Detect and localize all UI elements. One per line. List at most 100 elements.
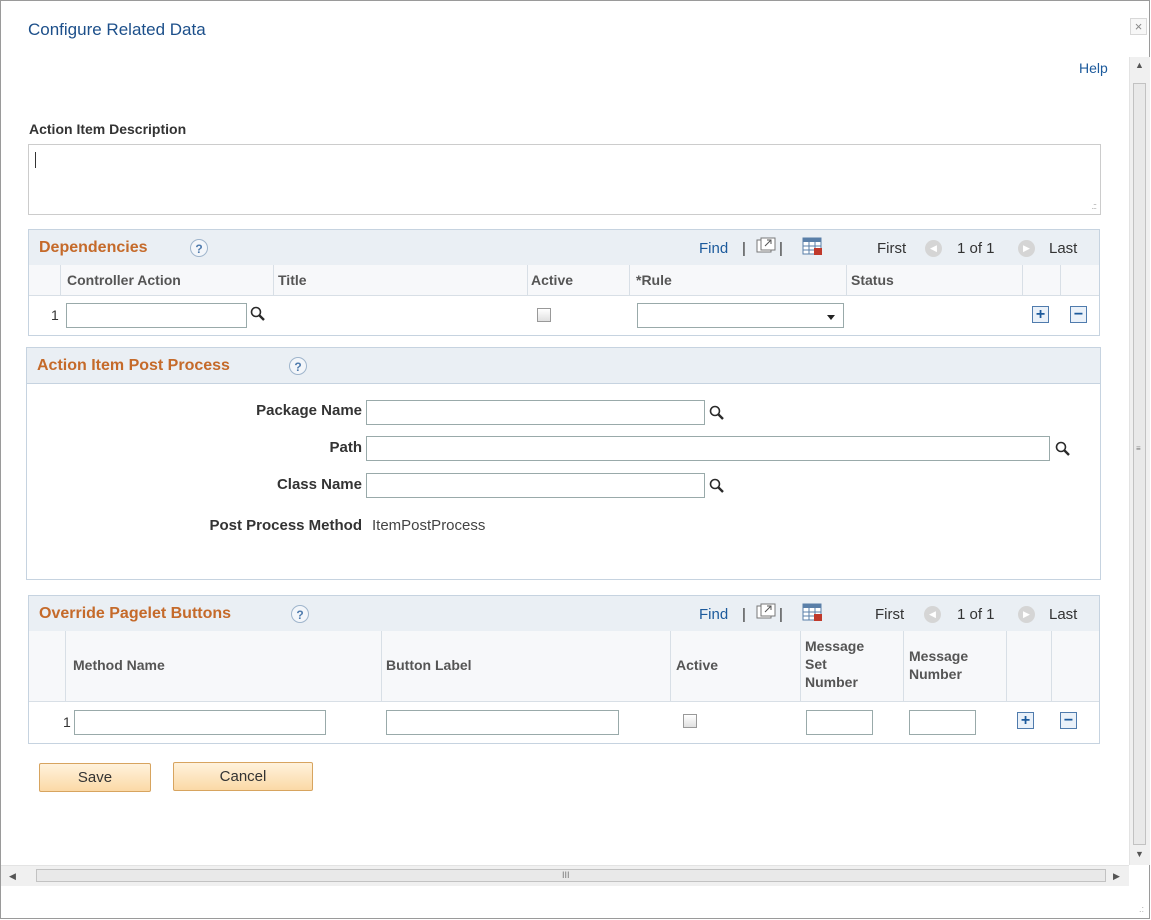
download-grid-icon[interactable]	[802, 603, 824, 623]
active-checkbox[interactable]	[537, 308, 551, 322]
divider	[846, 265, 847, 295]
column-header-button-label[interactable]: Button Label	[386, 657, 472, 673]
override-buttons-help-icon[interactable]: ?	[291, 605, 309, 623]
column-header-active[interactable]: Active	[531, 272, 573, 288]
divider	[629, 265, 630, 295]
table-row: 1 + −	[29, 296, 1099, 336]
override-find-link[interactable]: Find	[699, 606, 728, 623]
action-item-description-label: Action Item Description	[29, 121, 187, 137]
save-button[interactable]: Save	[39, 763, 151, 792]
column-header-controller-action[interactable]: Controller Action	[67, 272, 181, 288]
scroll-down-icon[interactable]: ▼	[1135, 849, 1144, 859]
scroll-up-icon[interactable]: ▲	[1135, 60, 1144, 70]
search-icon[interactable]	[709, 405, 725, 421]
nav-separator: |	[742, 606, 746, 623]
override-buttons-title: Override Pagelet Buttons	[39, 605, 232, 622]
next-arrow-icon[interactable]: ▶	[1018, 240, 1035, 257]
column-header-method-name[interactable]: Method Name	[73, 657, 165, 673]
next-arrow-icon[interactable]: ▶	[1018, 606, 1035, 623]
method-name-input[interactable]	[74, 710, 326, 735]
divider	[800, 631, 801, 701]
column-header-status[interactable]: Status	[851, 272, 894, 288]
message-set-number-input[interactable]	[806, 710, 873, 735]
column-header-message-number[interactable]: Message Number	[909, 647, 985, 683]
add-row-button[interactable]: +	[1032, 306, 1049, 323]
action-item-description-textarea[interactable]: .::	[28, 144, 1101, 215]
last-label: Last	[1049, 606, 1078, 623]
horizontal-scroll-thumb[interactable]: III	[36, 869, 1106, 882]
delete-row-button[interactable]: −	[1070, 306, 1087, 323]
previous-arrow-icon[interactable]: ◀	[925, 240, 942, 257]
path-label: Path	[329, 439, 362, 456]
window-resize-grip-icon[interactable]: .:	[1139, 904, 1144, 914]
controller-action-input[interactable]	[66, 303, 247, 328]
view-all-icon[interactable]	[756, 237, 776, 255]
delete-row-button[interactable]: −	[1060, 712, 1077, 729]
resize-grip-icon[interactable]: .::	[1091, 201, 1096, 211]
scroll-grip-icon: ≡	[1136, 444, 1141, 453]
horizontal-scrollbar[interactable]: ◀ III ▶	[1, 865, 1129, 886]
override-pagelet-buttons-grid: Override Pagelet Buttons ? Find | | Firs…	[28, 595, 1100, 744]
first-label: First	[877, 240, 907, 257]
package-name-label: Package Name	[256, 402, 362, 419]
add-row-button[interactable]: +	[1017, 712, 1034, 729]
rule-dropdown[interactable]	[637, 303, 844, 328]
divider	[527, 265, 528, 295]
modal-title: Configure Related Data	[28, 20, 206, 39]
scroll-grip-icon: III	[562, 870, 570, 880]
search-icon[interactable]	[1055, 441, 1071, 457]
divider	[60, 265, 61, 295]
post-process-method-value: ItemPostProcess	[372, 517, 486, 534]
nav-separator: |	[742, 240, 746, 257]
vertical-scrollbar[interactable]: ▲ ≡ ▼	[1129, 57, 1150, 865]
row-range: 1 of 1	[957, 240, 995, 257]
override-buttons-header: Override Pagelet Buttons ? Find | | Firs…	[29, 596, 1099, 632]
help-link[interactable]: Help	[1079, 60, 1108, 76]
row-number: 1	[63, 714, 71, 730]
active-checkbox[interactable]	[683, 714, 697, 728]
first-label: First	[875, 606, 905, 623]
text-caret	[35, 152, 36, 168]
view-all-icon[interactable]	[756, 603, 776, 621]
column-header-title[interactable]: Title	[278, 272, 307, 288]
column-header-rule[interactable]: *Rule	[636, 272, 672, 288]
divider	[1060, 265, 1061, 295]
divider	[65, 631, 66, 701]
search-icon[interactable]	[250, 306, 266, 322]
table-row: 1 + −	[29, 702, 1099, 744]
search-icon[interactable]	[709, 478, 725, 494]
scroll-right-icon[interactable]: ▶	[1113, 871, 1120, 882]
row-number: 1	[51, 307, 59, 323]
package-name-input[interactable]	[366, 400, 705, 425]
nav-separator: |	[779, 240, 783, 257]
post-process-section: Action Item Post Process ? Package Name …	[26, 347, 1101, 580]
chevron-down-icon	[827, 315, 835, 320]
divider	[273, 265, 274, 295]
close-icon[interactable]: ×	[1130, 18, 1147, 35]
divider	[1006, 631, 1007, 701]
dependencies-header: Dependencies ? Find | | First ◀ 1 of 1 ▶…	[29, 230, 1099, 266]
class-name-input[interactable]	[366, 473, 705, 498]
row-range: 1 of 1	[957, 606, 995, 623]
download-grid-icon[interactable]	[802, 237, 824, 257]
previous-arrow-icon[interactable]: ◀	[924, 606, 941, 623]
divider	[670, 631, 671, 701]
dependencies-help-icon[interactable]: ?	[190, 239, 208, 257]
button-label-input[interactable]	[386, 710, 619, 735]
dependencies-find-link[interactable]: Find	[699, 240, 728, 257]
scroll-left-icon[interactable]: ◀	[9, 871, 16, 882]
message-number-input[interactable]	[909, 710, 976, 735]
dependencies-title: Dependencies	[39, 239, 148, 256]
divider	[381, 631, 382, 701]
cancel-button[interactable]: Cancel	[173, 762, 313, 791]
post-process-method-label: Post Process Method	[209, 517, 362, 534]
vertical-scroll-thumb[interactable]: ≡	[1133, 83, 1146, 845]
divider	[1051, 631, 1052, 701]
post-process-help-icon[interactable]: ?	[289, 357, 307, 375]
post-process-header: Action Item Post Process ?	[27, 348, 1100, 384]
column-header-active[interactable]: Active	[676, 657, 718, 673]
divider	[1022, 265, 1023, 295]
modal-titlebar[interactable]: Configure Related Data ×	[1, 1, 1149, 57]
column-header-message-set-number[interactable]: Message Set Number	[805, 637, 881, 691]
path-input[interactable]	[366, 436, 1050, 461]
